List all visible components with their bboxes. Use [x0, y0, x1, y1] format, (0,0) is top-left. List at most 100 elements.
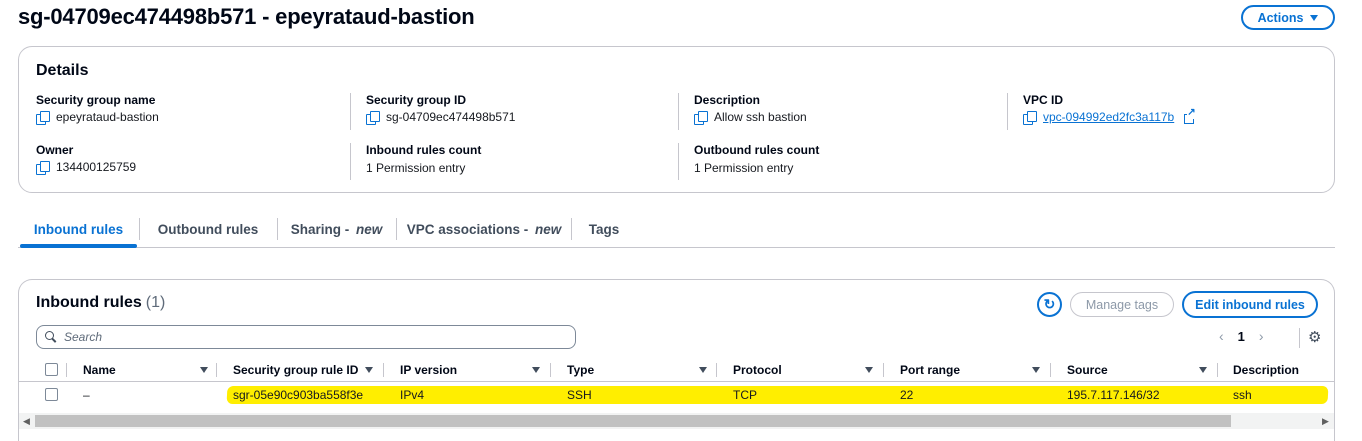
refresh-button[interactable]: ↻ [1037, 292, 1062, 317]
current-page[interactable]: 1 [1238, 329, 1245, 344]
divider [1007, 93, 1008, 130]
cell-source: 195.7.117.146/32 [1067, 388, 1160, 402]
copy-icon[interactable] [1023, 110, 1037, 125]
cell-rule-id[interactable]: sgr-05e90c903ba558f3e [233, 382, 363, 408]
field-value: sg-04709ec474498b571 [386, 110, 516, 124]
chevron-right-icon[interactable]: › [1259, 328, 1264, 344]
pagination: ‹ 1 › [1219, 328, 1264, 344]
horizontal-scrollbar[interactable]: ◀ ▶ [19, 413, 1334, 429]
manage-tags-button[interactable]: Manage tags [1070, 292, 1174, 317]
sort-caret-icon[interactable] [699, 360, 707, 380]
highlight-marker [226, 386, 1329, 404]
field-value: Allow ssh bastion [714, 110, 807, 124]
column-separator [550, 363, 551, 377]
row-checkbox[interactable] [45, 388, 58, 401]
column-header-port-range[interactable]: Port range [900, 360, 960, 380]
column-separator [66, 363, 67, 377]
column-header-ip-version[interactable]: IP version [400, 360, 457, 380]
inbound-rules-panel: Inbound rules (1) ↻ Manage tags Edit inbo… [18, 279, 1335, 441]
edit-inbound-rules-button[interactable]: Edit inbound rules [1182, 291, 1318, 318]
select-all-checkbox[interactable] [45, 363, 58, 376]
divider [678, 93, 679, 130]
tab-tags[interactable]: Tags [572, 212, 636, 247]
column-separator [1050, 363, 1051, 377]
cell-ip-version: IPv4 [400, 388, 425, 402]
copy-icon[interactable] [36, 160, 50, 175]
field-label: Security group name [36, 93, 156, 107]
sort-caret-icon[interactable] [532, 360, 540, 380]
table-header: Name Security group rule ID IP version T… [19, 360, 1334, 382]
sort-caret-icon[interactable] [200, 360, 208, 380]
copy-icon[interactable] [694, 110, 708, 125]
tab-vpc-associations[interactable]: VPC associations - new [397, 212, 571, 247]
external-link-icon [1184, 106, 1196, 124]
scroll-left-icon[interactable]: ◀ [23, 413, 30, 429]
cell-name: – [83, 388, 90, 402]
column-header-protocol[interactable]: Protocol [733, 360, 782, 380]
sort-caret-icon[interactable] [1032, 360, 1040, 380]
divider [350, 93, 351, 130]
sort-caret-icon[interactable] [865, 360, 873, 380]
column-header-rule-id[interactable]: Security group rule ID [233, 360, 358, 380]
active-tab-indicator [20, 244, 137, 248]
field-label: Security group ID [366, 93, 467, 107]
tab-sharing[interactable]: Sharing - new [278, 212, 395, 247]
field-label: VPC ID [1023, 93, 1064, 107]
column-separator [216, 363, 217, 377]
column-header-type[interactable]: Type [567, 360, 594, 380]
copy-icon[interactable] [366, 110, 380, 125]
gear-icon[interactable]: ⚙ [1308, 328, 1321, 346]
security-group-id-field: Security group ID sg-04709ec474498b571 [366, 93, 516, 125]
actions-button[interactable]: Actions [1241, 5, 1335, 30]
details-title: Details [36, 62, 89, 79]
divider [1299, 328, 1300, 348]
column-header-description[interactable]: Description [1233, 360, 1299, 380]
vpc-id-field: VPC ID vpc-094992ed2fc3a117b [1023, 93, 1196, 125]
inbound-rules-heading: Inbound rules (1) [36, 294, 165, 312]
caret-down-icon [1310, 14, 1319, 21]
sort-caret-icon[interactable] [1199, 360, 1207, 380]
column-separator [883, 363, 884, 377]
cell-type: SSH [567, 388, 592, 402]
column-header-name[interactable]: Name [83, 360, 116, 380]
rules-count: (1) [145, 294, 166, 311]
cell-description: ssh [1233, 388, 1252, 402]
search-icon [45, 331, 57, 343]
column-header-source[interactable]: Source [1067, 360, 1108, 380]
field-label: Outbound rules count [694, 143, 820, 157]
owner-field: Owner 134400125759 [36, 143, 137, 175]
tab-inbound-rules[interactable]: Inbound rules [20, 212, 137, 247]
tab-label: Tags [588, 222, 620, 237]
tab-label: VPC associations - [406, 222, 533, 237]
cell-port-range: 22 [900, 388, 914, 402]
inbound-rules-count-field: Inbound rules count 1 Permission entry [366, 143, 481, 175]
search-placeholder: Search [64, 330, 103, 344]
page-title: sg-04709ec474498b571 - epeyrataud-bastio… [18, 4, 475, 29]
table-row[interactable]: – sgr-05e90c903ba558f3e IPv4 SSH TCP 22 … [19, 382, 1334, 408]
sort-caret-icon[interactable] [365, 360, 373, 380]
field-value: 1 Permission entry [694, 161, 794, 175]
tab-label: Outbound rules [157, 222, 259, 237]
column-separator [383, 363, 384, 377]
tab-outbound-rules[interactable]: Outbound rules [140, 212, 276, 247]
tab-label: Sharing - [290, 222, 353, 237]
field-label: Description [694, 93, 761, 107]
cell-protocol: TCP [733, 388, 757, 402]
divider [350, 143, 351, 180]
copy-icon[interactable] [36, 110, 50, 125]
field-value: 134400125759 [56, 160, 137, 174]
description-field: Description Allow ssh bastion [694, 93, 807, 125]
scrollbar-thumb[interactable] [35, 415, 1231, 427]
chevron-left-icon[interactable]: ‹ [1219, 328, 1224, 344]
scroll-right-icon[interactable]: ▶ [1322, 413, 1329, 429]
search-input[interactable]: Search [36, 325, 576, 349]
section-title: Inbound rules [36, 294, 142, 311]
column-separator [1217, 363, 1218, 377]
details-panel: Details Security group name epeyrataud-b… [18, 46, 1335, 193]
outbound-rules-count-field: Outbound rules count 1 Permission entry [694, 143, 819, 175]
field-label: Owner [36, 143, 74, 157]
actions-label: Actions [1257, 10, 1304, 25]
vpc-id-link[interactable]: vpc-094992ed2fc3a117b [1043, 110, 1174, 124]
divider [678, 143, 679, 180]
field-value: 1 Permission entry [366, 161, 466, 175]
